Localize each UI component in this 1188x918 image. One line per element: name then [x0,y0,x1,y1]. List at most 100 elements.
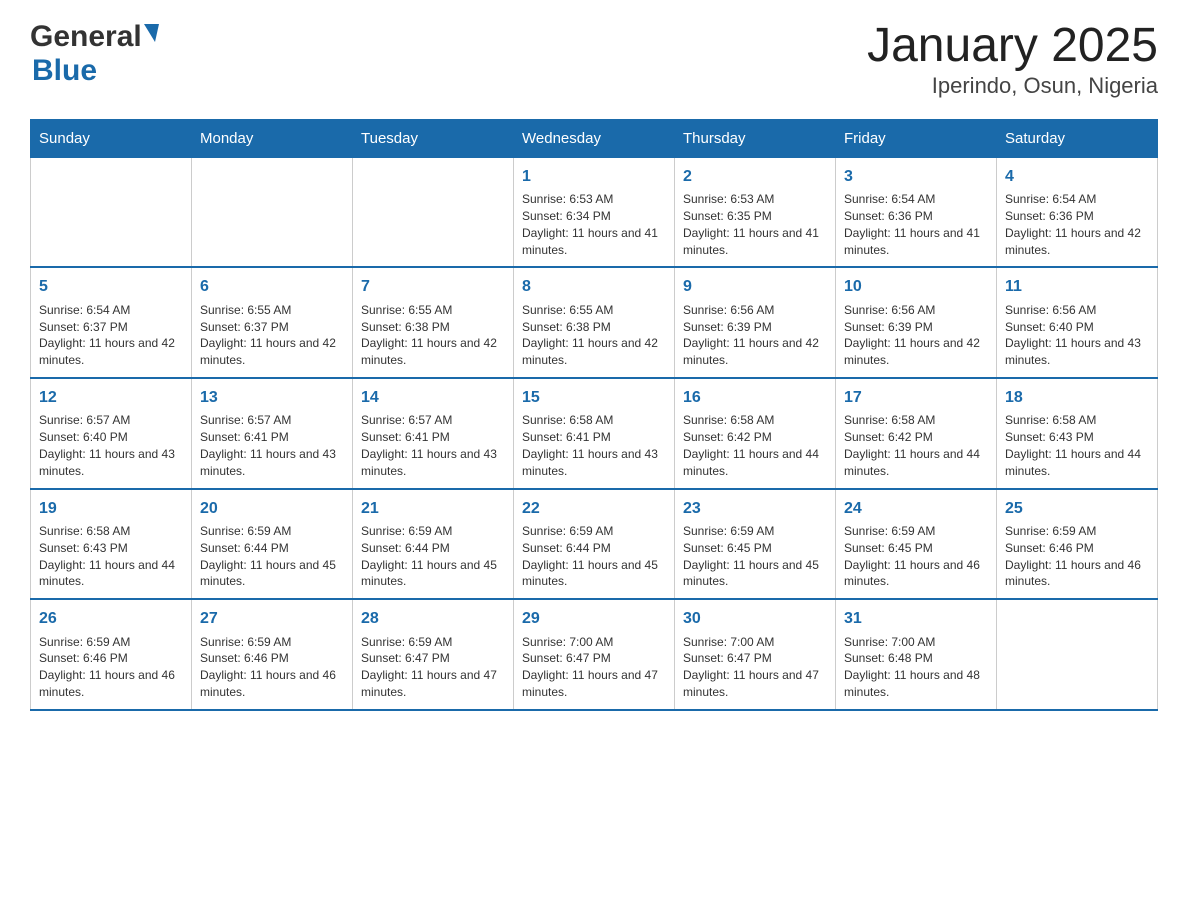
day-cell-12: 12 Sunrise: 6:57 AM Sunset: 6:40 PM Dayli… [31,378,192,489]
day-cell-15: 15 Sunrise: 6:58 AM Sunset: 6:41 PM Dayli… [514,378,675,489]
calendar-table: SundayMondayTuesdayWednesdayThursdayFrid… [30,119,1158,711]
day-number: 26 [39,608,183,630]
day-info: Sunrise: 6:58 AM Sunset: 6:42 PM Dayligh… [683,412,827,479]
day-info: Sunrise: 7:00 AM Sunset: 6:47 PM Dayligh… [522,634,666,701]
day-cell-30: 30 Sunrise: 7:00 AM Sunset: 6:47 PM Dayli… [675,599,836,710]
calendar-title: January 2025 [867,20,1158,73]
week-row-3: 12 Sunrise: 6:57 AM Sunset: 6:40 PM Dayli… [31,378,1158,489]
week-row-1: 1 Sunrise: 6:53 AM Sunset: 6:34 PM Daylig… [31,157,1158,267]
day-cell-16: 16 Sunrise: 6:58 AM Sunset: 6:42 PM Dayli… [675,378,836,489]
day-number: 22 [522,498,666,520]
empty-cell [997,599,1158,710]
day-info: Sunrise: 6:59 AM Sunset: 6:47 PM Dayligh… [361,634,505,701]
day-number: 19 [39,498,183,520]
day-number: 28 [361,608,505,630]
day-number: 29 [522,608,666,630]
day-cell-5: 5 Sunrise: 6:54 AM Sunset: 6:37 PM Daylig… [31,267,192,378]
day-info: Sunrise: 6:54 AM Sunset: 6:36 PM Dayligh… [844,191,988,258]
day-info: Sunrise: 6:56 AM Sunset: 6:39 PM Dayligh… [683,302,827,369]
day-number: 16 [683,387,827,409]
day-number: 21 [361,498,505,520]
day-cell-2: 2 Sunrise: 6:53 AM Sunset: 6:35 PM Daylig… [675,157,836,267]
empty-cell [192,157,353,267]
day-info: Sunrise: 6:57 AM Sunset: 6:41 PM Dayligh… [200,412,344,479]
week-row-4: 19Sunrise: 6:58 AM Sunset: 6:43 PM Dayli… [31,489,1158,600]
day-info: Sunrise: 6:59 AM Sunset: 6:46 PM Dayligh… [200,634,344,701]
day-info: Sunrise: 6:55 AM Sunset: 6:38 PM Dayligh… [361,302,505,369]
day-cell-14: 14 Sunrise: 6:57 AM Sunset: 6:41 PM Dayli… [353,378,514,489]
day-cell-23: 23 Sunrise: 6:59 AM Sunset: 6:45 PM Dayli… [675,489,836,600]
day-info: Sunrise: 6:56 AM Sunset: 6:40 PM Dayligh… [1005,302,1149,369]
day-number: 1 [522,166,666,188]
day-number: 17 [844,387,988,409]
day-cell-19: 19Sunrise: 6:58 AM Sunset: 6:43 PM Dayli… [31,489,192,600]
weekday-header-row: SundayMondayTuesdayWednesdayThursdayFrid… [31,119,1158,157]
day-cell-26: 26 Sunrise: 6:59 AM Sunset: 6:46 PM Dayli… [31,599,192,710]
day-cell-20: 20 Sunrise: 6:59 AM Sunset: 6:44 PM Dayli… [192,489,353,600]
day-info: Sunrise: 6:58 AM Sunset: 6:41 PM Dayligh… [522,412,666,479]
day-number: 9 [683,276,827,298]
day-number: 20 [200,498,344,520]
day-number: 7 [361,276,505,298]
day-info: Sunrise: 6:55 AM Sunset: 6:37 PM Dayligh… [200,302,344,369]
day-cell-17: 17Sunrise: 6:58 AM Sunset: 6:42 PM Dayli… [836,378,997,489]
day-info: Sunrise: 6:55 AM Sunset: 6:38 PM Dayligh… [522,302,666,369]
day-number: 23 [683,498,827,520]
day-number: 25 [1005,498,1149,520]
weekday-header-friday: Friday [836,119,997,157]
weekday-header-thursday: Thursday [675,119,836,157]
day-info: Sunrise: 6:56 AM Sunset: 6:39 PM Dayligh… [844,302,988,369]
day-cell-24: 24Sunrise: 6:59 AM Sunset: 6:45 PM Dayli… [836,489,997,600]
day-cell-9: 9 Sunrise: 6:56 AM Sunset: 6:39 PM Daylig… [675,267,836,378]
logo-general-text: General [30,20,142,54]
calendar-subtitle: Iperindo, Osun, Nigeria [867,73,1158,99]
day-number: 8 [522,276,666,298]
day-info: Sunrise: 7:00 AM Sunset: 6:48 PM Dayligh… [844,634,988,701]
day-cell-3: 3Sunrise: 6:54 AM Sunset: 6:36 PM Daylig… [836,157,997,267]
day-info: Sunrise: 6:57 AM Sunset: 6:41 PM Dayligh… [361,412,505,479]
day-cell-6: 6 Sunrise: 6:55 AM Sunset: 6:37 PM Daylig… [192,267,353,378]
day-number: 4 [1005,166,1149,188]
day-info: Sunrise: 6:53 AM Sunset: 6:35 PM Dayligh… [683,191,827,258]
day-cell-18: 18 Sunrise: 6:58 AM Sunset: 6:43 PM Dayli… [997,378,1158,489]
day-number: 15 [522,387,666,409]
day-cell-25: 25 Sunrise: 6:59 AM Sunset: 6:46 PM Dayli… [997,489,1158,600]
weekday-header-wednesday: Wednesday [514,119,675,157]
page-header: General Blue January 2025 Iperindo, Osun… [30,20,1158,99]
day-info: Sunrise: 6:59 AM Sunset: 6:46 PM Dayligh… [1005,523,1149,590]
day-cell-10: 10 Sunrise: 6:56 AM Sunset: 6:39 PM Dayli… [836,267,997,378]
day-cell-21: 21Sunrise: 6:59 AM Sunset: 6:44 PM Dayli… [353,489,514,600]
day-info: Sunrise: 6:58 AM Sunset: 6:43 PM Dayligh… [1005,412,1149,479]
day-cell-8: 8 Sunrise: 6:55 AM Sunset: 6:38 PM Daylig… [514,267,675,378]
day-info: Sunrise: 6:59 AM Sunset: 6:45 PM Dayligh… [683,523,827,590]
day-number: 12 [39,387,183,409]
week-row-2: 5 Sunrise: 6:54 AM Sunset: 6:37 PM Daylig… [31,267,1158,378]
day-number: 10 [844,276,988,298]
day-number: 6 [200,276,344,298]
day-number: 11 [1005,276,1149,298]
empty-cell [31,157,192,267]
day-info: Sunrise: 6:54 AM Sunset: 6:36 PM Dayligh… [1005,191,1149,258]
day-number: 14 [361,387,505,409]
day-cell-11: 11 Sunrise: 6:56 AM Sunset: 6:40 PM Dayli… [997,267,1158,378]
day-info: Sunrise: 6:57 AM Sunset: 6:40 PM Dayligh… [39,412,183,479]
day-info: Sunrise: 6:59 AM Sunset: 6:44 PM Dayligh… [200,523,344,590]
day-info: Sunrise: 6:53 AM Sunset: 6:34 PM Dayligh… [522,191,666,258]
weekday-header-monday: Monday [192,119,353,157]
day-number: 30 [683,608,827,630]
day-cell-31: 31Sunrise: 7:00 AM Sunset: 6:48 PM Dayli… [836,599,997,710]
day-info: Sunrise: 6:59 AM Sunset: 6:46 PM Dayligh… [39,634,183,701]
day-info: Sunrise: 7:00 AM Sunset: 6:47 PM Dayligh… [683,634,827,701]
day-number: 5 [39,276,183,298]
day-number: 13 [200,387,344,409]
day-number: 2 [683,166,827,188]
day-cell-29: 29 Sunrise: 7:00 AM Sunset: 6:47 PM Dayli… [514,599,675,710]
day-info: Sunrise: 6:54 AM Sunset: 6:37 PM Dayligh… [39,302,183,369]
day-cell-13: 13 Sunrise: 6:57 AM Sunset: 6:41 PM Dayli… [192,378,353,489]
day-number: 18 [1005,387,1149,409]
title-block: January 2025 Iperindo, Osun, Nigeria [867,20,1158,99]
week-row-5: 26 Sunrise: 6:59 AM Sunset: 6:46 PM Dayli… [31,599,1158,710]
logo: General Blue [30,20,159,88]
day-cell-27: 27Sunrise: 6:59 AM Sunset: 6:46 PM Dayli… [192,599,353,710]
logo-blue-text: Blue [32,54,97,87]
